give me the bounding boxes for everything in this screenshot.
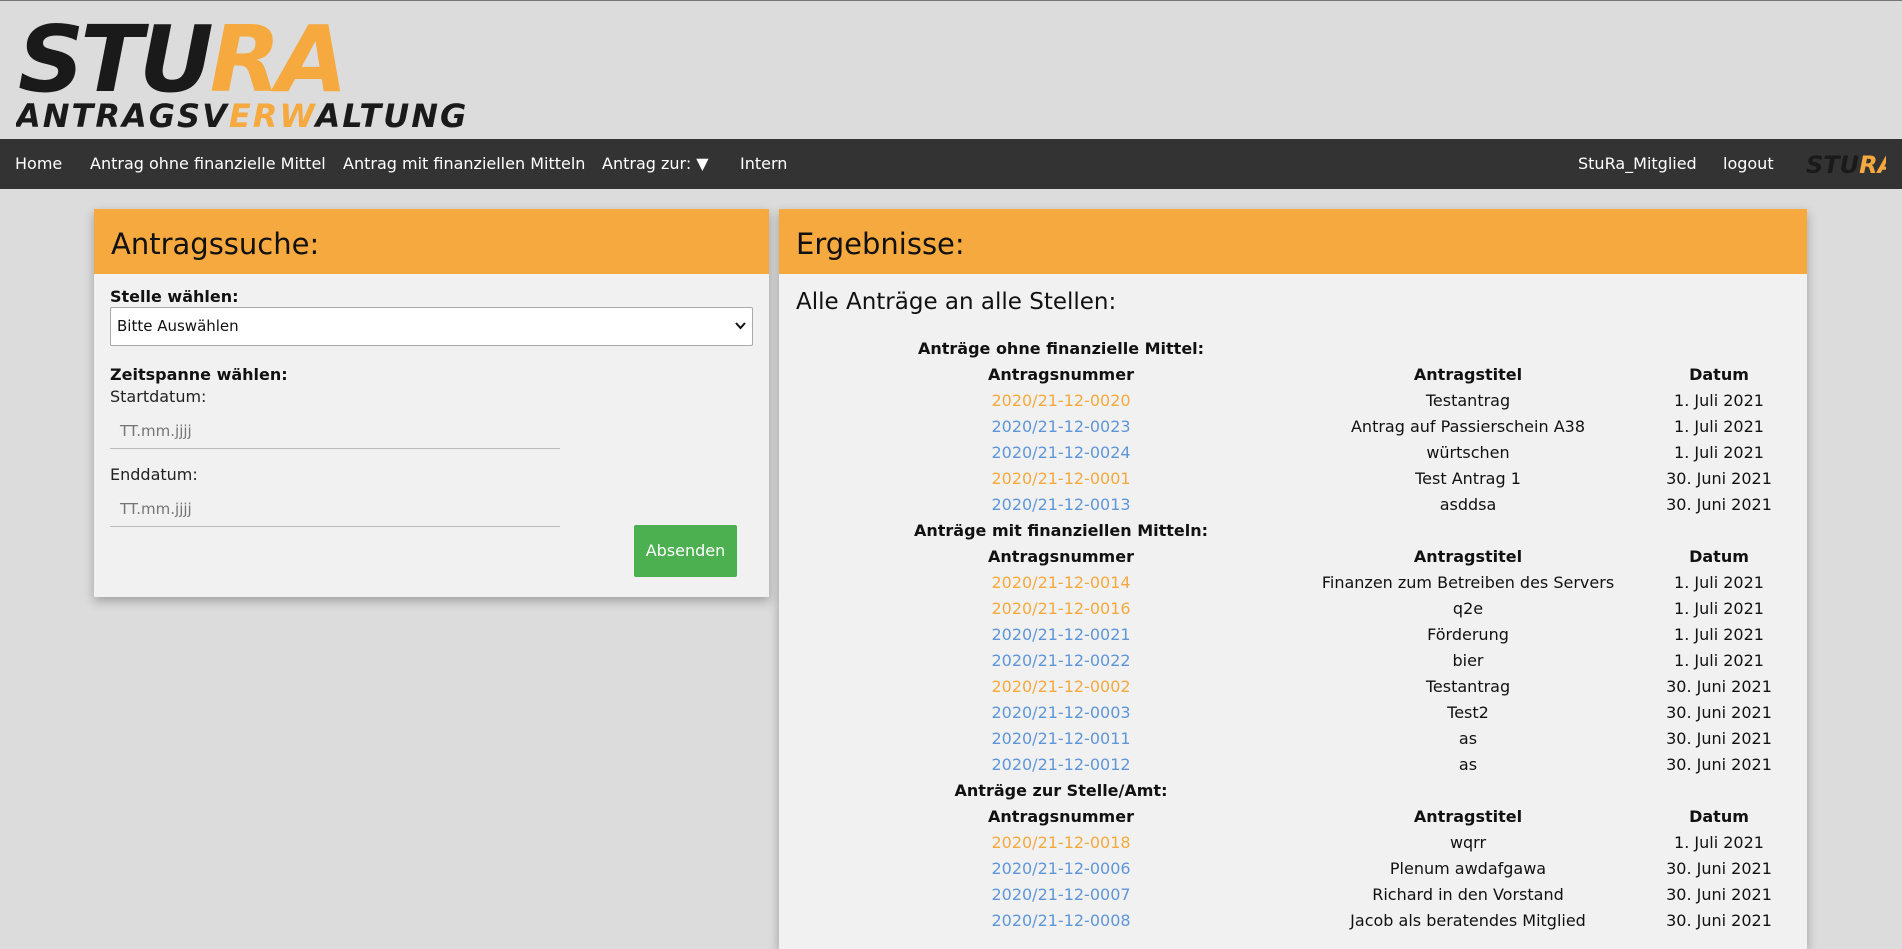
col-head-antragstitel: Antragstitel (1413, 807, 1523, 826)
col-head-antragsnummer: Antragsnummer (988, 807, 1134, 826)
antrag-titel: Richard in den Vorstand (1372, 885, 1564, 904)
zeitspanne-label: Zeitspanne wählen: (110, 365, 288, 384)
results-subtitle: Alle Anträge an alle Stellen: (796, 289, 1117, 315)
antrag-datum: 30. Juni 2021 (1666, 859, 1772, 878)
section-title: Anträge mit finanziellen Mitteln: (913, 521, 1209, 540)
col-head-antragstitel: Antragstitel (1413, 365, 1523, 384)
logo-sub-text: ANTRAGSVERWALTUNG (16, 97, 468, 133)
antrag-titel: Finanzen zum Betreiben des Servers (1321, 573, 1615, 592)
antrag-datum: 30. Juni 2021 (1666, 755, 1772, 774)
antrag-datum: 30. Juni 2021 (1666, 703, 1772, 722)
header: STURA ANTRAGSVERWALTUNG (0, 1, 1902, 139)
results-panel: Ergebnisse: Alle Anträge an alle Stellen… (779, 209, 1807, 949)
antrag-link[interactable]: 2020/21-12-0020 (961, 391, 1161, 410)
nav-antrag-mit[interactable]: Antrag mit finanziellen Mitteln (343, 139, 585, 189)
antrag-titel: Antrag auf Passierschein A38 (1350, 417, 1585, 436)
startdatum-input[interactable]: TT.mm.jjjj (110, 413, 560, 449)
antrag-titel: würtschen (1426, 443, 1510, 462)
antrag-titel: Test Antrag 1 (1415, 469, 1521, 488)
antrag-titel: asddsa (1439, 495, 1497, 514)
antrag-datum: 30. Juni 2021 (1666, 911, 1772, 930)
stelle-select-value: Bitte Auswählen (117, 317, 239, 335)
antrag-titel: wqrr (1449, 833, 1487, 852)
antrag-link[interactable]: 2020/21-12-0006 (961, 859, 1161, 878)
antrag-link[interactable]: 2020/21-12-0014 (961, 573, 1161, 592)
col-head-antragsnummer: Antragsnummer (988, 365, 1134, 384)
antrag-datum: 1. Juli 2021 (1674, 599, 1764, 618)
search-panel-title: Antragssuche: (94, 209, 769, 274)
antrag-titel: bier (1452, 651, 1484, 670)
col-head-antragstitel: Antragstitel (1413, 547, 1523, 566)
startdatum-label: Startdatum: (110, 387, 207, 406)
antrag-link[interactable]: 2020/21-12-0022 (961, 651, 1161, 670)
antrag-datum: 30. Juni 2021 (1666, 677, 1772, 696)
antrag-datum: 1. Juli 2021 (1674, 625, 1764, 644)
results-panel-title: Ergebnisse: (779, 209, 1807, 274)
antrag-titel: Jacob als beratendes Mitglied (1350, 911, 1586, 930)
stelle-select[interactable]: Bitte Auswählen (110, 307, 753, 346)
svg-text:STURA: STURA (1806, 151, 1886, 177)
antrag-datum: 1. Juli 2021 (1674, 573, 1764, 592)
antrag-link[interactable]: 2020/21-12-0007 (961, 885, 1161, 904)
antrag-titel: as (1458, 755, 1478, 774)
submit-button[interactable]: Absenden (634, 525, 737, 577)
antrag-link[interactable]: 2020/21-12-0012 (961, 755, 1161, 774)
antrag-titel: q2e (1452, 599, 1484, 618)
antrag-datum: 1. Juli 2021 (1674, 833, 1764, 852)
antrag-link[interactable]: 2020/21-12-0023 (961, 417, 1161, 436)
antrag-titel: as (1458, 729, 1478, 748)
nav-antrag-ohne[interactable]: Antrag ohne finanzielle Mittel (90, 139, 326, 189)
col-head-antragsnummer: Antragsnummer (988, 547, 1134, 566)
antrag-titel: Testantrag (1425, 391, 1511, 410)
antrag-datum: 1. Juli 2021 (1674, 417, 1764, 436)
antrag-link[interactable]: 2020/21-12-0001 (961, 469, 1161, 488)
antrag-link[interactable]: 2020/21-12-0018 (961, 833, 1161, 852)
antrag-link[interactable]: 2020/21-12-0021 (961, 625, 1161, 644)
nav-antrag-zur-dropdown[interactable]: Antrag zur: ▼ (602, 139, 709, 189)
antrag-link[interactable]: 2020/21-12-0011 (961, 729, 1161, 748)
antrag-titel: Plenum awdafgawa (1389, 859, 1547, 878)
antrag-link[interactable]: 2020/21-12-0008 (961, 911, 1161, 930)
navbar: Home Antrag ohne finanzielle Mittel Antr… (0, 139, 1902, 189)
search-panel: Antragssuche: Stelle wählen: Bitte Auswä… (94, 209, 769, 597)
antrag-titel: Testantrag (1425, 677, 1511, 696)
antrag-titel: Förderung (1427, 625, 1509, 644)
stura-small-logo[interactable]: STURA (1804, 151, 1886, 177)
antrag-link[interactable]: 2020/21-12-0016 (961, 599, 1161, 618)
enddatum-input[interactable]: TT.mm.jjjj (110, 491, 560, 527)
nav-intern[interactable]: Intern (740, 139, 787, 189)
antrag-link[interactable]: 2020/21-12-0003 (961, 703, 1161, 722)
col-head-datum: Datum (1689, 807, 1749, 826)
section-title: Anträge zur Stelle/Amt: (954, 781, 1168, 800)
antrag-link[interactable]: 2020/21-12-0002 (961, 677, 1161, 696)
enddatum-label: Enddatum: (110, 465, 198, 484)
antrag-datum: 1. Juli 2021 (1674, 651, 1764, 670)
antrag-datum: 1. Juli 2021 (1674, 443, 1764, 462)
antrag-link[interactable]: 2020/21-12-0024 (961, 443, 1161, 462)
antrag-datum: 30. Juni 2021 (1666, 885, 1772, 904)
antrag-datum: 30. Juni 2021 (1666, 495, 1772, 514)
col-head-datum: Datum (1689, 365, 1749, 384)
antrag-titel: Test2 (1447, 703, 1489, 722)
section-title: Anträge ohne finanzielle Mittel: (917, 339, 1205, 358)
col-head-datum: Datum (1689, 547, 1749, 566)
nav-user[interactable]: StuRa_Mitglied (1578, 139, 1697, 189)
nav-home[interactable]: Home (15, 139, 62, 189)
antrag-link[interactable]: 2020/21-12-0013 (961, 495, 1161, 514)
chevron-down-icon (735, 308, 746, 360)
antrag-datum: 30. Juni 2021 (1666, 729, 1772, 748)
nav-logout[interactable]: logout (1723, 139, 1774, 189)
antrag-datum: 30. Juni 2021 (1666, 469, 1772, 488)
stura-logo[interactable]: STURAANTRAGSVERWALTUNG (16, 15, 536, 133)
stelle-label: Stelle wählen: (110, 287, 239, 306)
antrag-datum: 1. Juli 2021 (1674, 391, 1764, 410)
